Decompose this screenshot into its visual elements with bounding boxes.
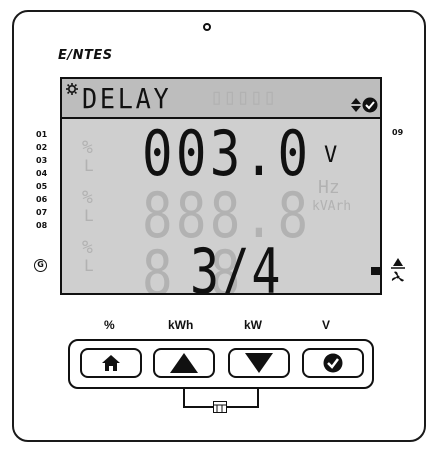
lcd-main-unit: V xyxy=(324,143,338,168)
down-triangle-icon xyxy=(245,353,273,373)
up-triangle-icon xyxy=(170,353,198,373)
ghost-kvarh-label: kVArh xyxy=(312,199,352,214)
channel-label: 01 xyxy=(36,130,48,139)
channel-label: 08 xyxy=(36,221,48,230)
button-label-kwh: kWh xyxy=(168,318,194,332)
lcd-right-indicator xyxy=(371,267,380,275)
channel-label: 03 xyxy=(36,156,48,165)
ghost-L-labels: LLL xyxy=(84,156,94,275)
home-icon xyxy=(102,355,120,371)
down-button[interactable] xyxy=(228,348,290,378)
channel-label: 02 xyxy=(36,143,48,152)
fan-icon xyxy=(391,258,405,282)
channel-label: 06 xyxy=(36,195,48,204)
button-label-kw: kW xyxy=(244,318,262,332)
check-circle-icon xyxy=(323,353,343,373)
ground-indicator: G xyxy=(34,259,47,272)
sd-card-icon xyxy=(213,401,227,413)
lcd-menu-text: DELAY xyxy=(82,82,172,115)
mount-hole xyxy=(203,23,211,31)
channel-label: 07 xyxy=(36,208,48,217)
left-channel-labels: 01 02 03 04 05 06 07 08 xyxy=(36,128,47,232)
gear-icon xyxy=(66,83,78,95)
lcd-display: DELAY ▯▯▯▯▯ %%% LLL 003.0 V 888.8 Hz kVA… xyxy=(60,77,382,295)
ghost-hz-label: Hz xyxy=(318,177,340,198)
lcd-bottom-value: 3/4 xyxy=(190,235,283,295)
confirm-button[interactable] xyxy=(302,348,364,378)
up-button[interactable] xyxy=(153,348,215,378)
channel-label: 04 xyxy=(36,169,48,178)
button-label-percent: % xyxy=(104,318,115,332)
ghost-segments-top: ▯▯▯▯▯ xyxy=(210,85,277,110)
home-button[interactable] xyxy=(80,348,142,378)
up-down-arrow-icon xyxy=(351,98,361,112)
button-label-v: V xyxy=(322,318,331,332)
channel-label: 05 xyxy=(36,182,48,191)
check-circle-icon xyxy=(362,97,378,113)
right-channel-label: 09 xyxy=(392,128,404,137)
brand-logo: E/NTES xyxy=(58,48,113,63)
